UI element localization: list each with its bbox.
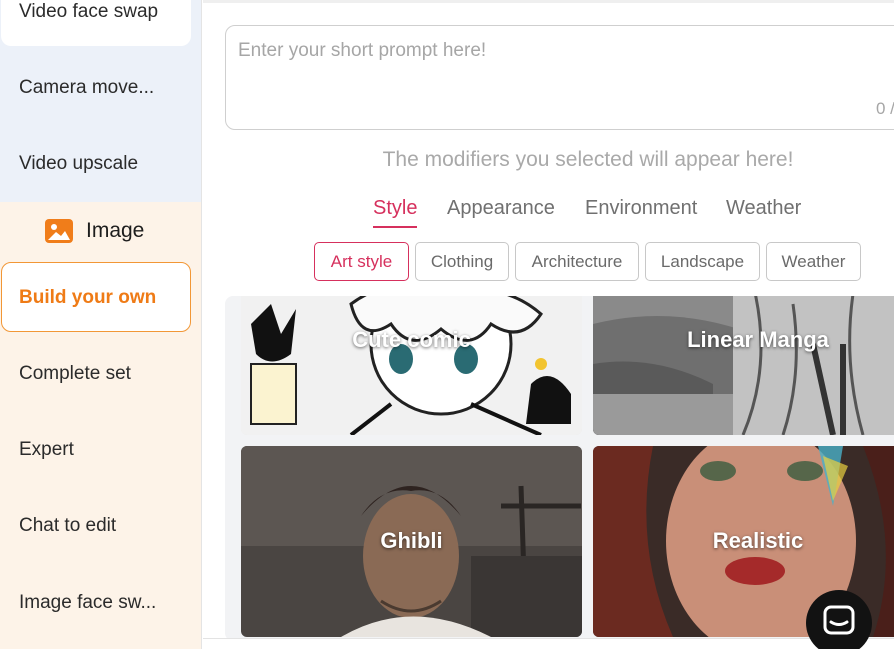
chat-button[interactable] (806, 590, 872, 649)
divider (203, 0, 894, 3)
sidebar-item-image-face-swap[interactable]: Image face sw... (19, 592, 156, 614)
chat-bubble-icon (823, 605, 855, 635)
chip-clothing[interactable]: Clothing (415, 242, 509, 281)
sidebar-item-chat-to-edit[interactable]: Chat to edit (19, 515, 116, 537)
tab-weather[interactable]: Weather (726, 197, 801, 220)
style-card-cute-comic[interactable]: Cute comic (241, 296, 582, 435)
tab-environment[interactable]: Environment (585, 197, 697, 220)
linear-manga-thumbnail (593, 296, 894, 435)
tab-appearance[interactable]: Appearance (447, 197, 555, 220)
sidebar-item-expert[interactable]: Expert (19, 439, 74, 461)
character-counter: 0 / (876, 99, 894, 118)
prompt-box[interactable]: 0 / (225, 25, 894, 130)
chip-art-style[interactable]: Art style (314, 242, 409, 281)
prompt-input[interactable] (238, 40, 838, 62)
video-section: Video face swap Camera move... Video ups… (0, 0, 201, 202)
modifiers-hint: The modifiers you selected will appear h… (382, 148, 794, 171)
sidebar-item-complete-set[interactable]: Complete set (19, 363, 131, 385)
style-gallery: Cute comic Linear Manga Ghibli Realistic (225, 296, 894, 641)
tab-label: Style (373, 197, 418, 219)
style-card-title: Ghibli (380, 528, 443, 553)
tab-style[interactable]: Style (373, 197, 418, 228)
bottom-bar (203, 638, 894, 649)
chip-weather[interactable]: Weather (766, 242, 861, 281)
style-card-ghibli[interactable]: Ghibli (241, 446, 582, 637)
sidebar-item-video-face-swap[interactable]: Video face swap (1, 0, 191, 46)
sidebar-item-video-upscale[interactable]: Video upscale (19, 153, 138, 175)
sidebar-item-label: Video face swap (19, 1, 159, 22)
style-card-title: Realistic (712, 528, 804, 553)
modifier-tabs: Style Appearance Environment Weather (203, 197, 894, 229)
sidebar-item-build-your-own[interactable]: Build your own (1, 262, 191, 332)
chip-architecture[interactable]: Architecture (515, 242, 639, 281)
style-card-linear-manga[interactable]: Linear Manga (593, 296, 894, 435)
cute-comic-thumbnail (241, 296, 582, 435)
sidebar-item-label: Build your own (19, 287, 157, 308)
style-card-title: Cute comic (352, 327, 471, 352)
tab-active-indicator (373, 226, 418, 228)
image-section-label: Image (86, 219, 145, 242)
main-panel: 0 / The modifiers you selected will appe… (203, 0, 894, 649)
sidebar: Video face swap Camera move... Video ups… (0, 0, 202, 649)
chip-landscape[interactable]: Landscape (645, 242, 760, 281)
sidebar-item-camera-move[interactable]: Camera move... (19, 77, 154, 99)
image-section-header: Image (45, 217, 144, 245)
style-card-title: Linear Manga (687, 327, 829, 352)
image-icon (45, 219, 73, 243)
